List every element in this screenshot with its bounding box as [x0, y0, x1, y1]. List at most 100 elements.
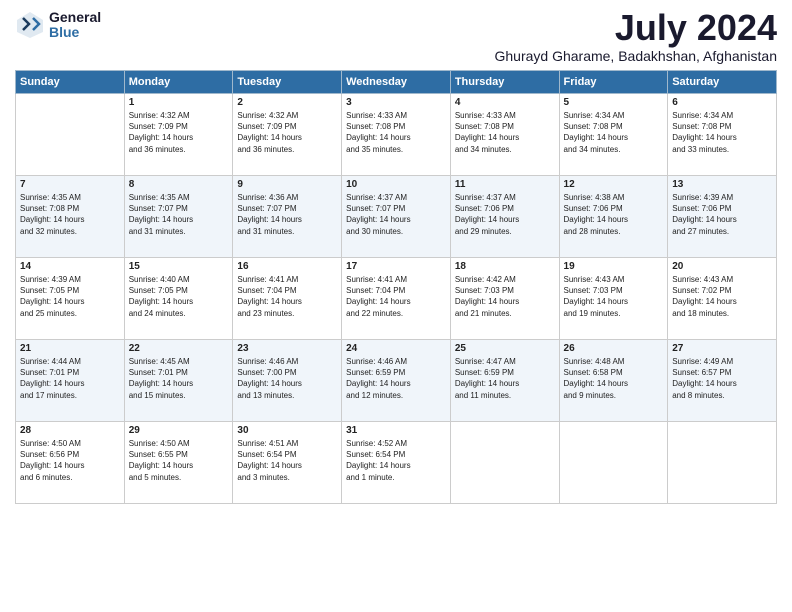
day-number: 25 [455, 343, 555, 354]
logo-general-text: General [49, 10, 101, 25]
table-row: 14 Sunrise: 4:39 AM Sunset: 7:05 PM Dayli… [16, 258, 125, 340]
day-content: Sunrise: 4:44 AM Sunset: 7:01 PM Dayligh… [20, 356, 120, 401]
col-tuesday: Tuesday [233, 71, 342, 94]
day-number: 16 [237, 261, 337, 272]
table-row [16, 94, 125, 176]
calendar-header-row: Sunday Monday Tuesday Wednesday Thursday… [16, 71, 777, 94]
col-thursday: Thursday [450, 71, 559, 94]
table-row: 30 Sunrise: 4:51 AM Sunset: 6:54 PM Dayli… [233, 422, 342, 504]
day-content: Sunrise: 4:50 AM Sunset: 6:55 PM Dayligh… [129, 438, 229, 483]
day-number: 31 [346, 425, 446, 436]
day-content: Sunrise: 4:40 AM Sunset: 7:05 PM Dayligh… [129, 274, 229, 319]
day-content: Sunrise: 4:34 AM Sunset: 7:08 PM Dayligh… [564, 110, 664, 155]
day-content: Sunrise: 4:43 AM Sunset: 7:03 PM Dayligh… [564, 274, 664, 319]
day-content: Sunrise: 4:39 AM Sunset: 7:05 PM Dayligh… [20, 274, 120, 319]
table-row: 23Sunrise: 4:46 AM Sunset: 7:00 PM Dayli… [233, 340, 342, 422]
calendar-week-row: 7 Sunrise: 4:35 AM Sunset: 7:08 PM Daylig… [16, 176, 777, 258]
day-number: 14 [20, 261, 120, 272]
day-content: Sunrise: 4:32 AM Sunset: 7:09 PM Dayligh… [237, 110, 337, 155]
table-row: 18Sunrise: 4:42 AM Sunset: 7:03 PM Dayli… [450, 258, 559, 340]
table-row: 9Sunrise: 4:36 AM Sunset: 7:07 PM Daylig… [233, 176, 342, 258]
table-row: 31 Sunrise: 4:52 AM Sunset: 6:54 PM Dayli… [342, 422, 451, 504]
calendar-week-row: 1 Sunrise: 4:32 AM Sunset: 7:09 PM Daylig… [16, 94, 777, 176]
day-number: 3 [346, 97, 446, 108]
calendar-week-row: 14 Sunrise: 4:39 AM Sunset: 7:05 PM Dayli… [16, 258, 777, 340]
day-content: Sunrise: 4:41 AM Sunset: 7:04 PM Dayligh… [346, 274, 446, 319]
day-content: Sunrise: 4:50 AM Sunset: 6:56 PM Dayligh… [20, 438, 120, 483]
col-friday: Friday [559, 71, 668, 94]
day-number: 24 [346, 343, 446, 354]
table-row: 6Sunrise: 4:34 AM Sunset: 7:08 PM Daylig… [668, 94, 777, 176]
location-subtitle: Ghurayd Gharame, Badakhshan, Afghanistan [494, 48, 777, 64]
table-row: 25Sunrise: 4:47 AM Sunset: 6:59 PM Dayli… [450, 340, 559, 422]
table-row: 15 Sunrise: 4:40 AM Sunset: 7:05 PM Dayli… [124, 258, 233, 340]
day-content: Sunrise: 4:48 AM Sunset: 6:58 PM Dayligh… [564, 356, 664, 401]
day-number: 2 [237, 97, 337, 108]
table-row [559, 422, 668, 504]
day-number: 12 [564, 179, 664, 190]
table-row: 13Sunrise: 4:39 AM Sunset: 7:06 PM Dayli… [668, 176, 777, 258]
table-row: 22Sunrise: 4:45 AM Sunset: 7:01 PM Dayli… [124, 340, 233, 422]
day-number: 20 [672, 261, 772, 272]
day-number: 1 [129, 97, 229, 108]
table-row: 16Sunrise: 4:41 AM Sunset: 7:04 PM Dayli… [233, 258, 342, 340]
logo-icon [15, 10, 45, 40]
table-row: 27 Sunrise: 4:49 AM Sunset: 6:57 PM Dayli… [668, 340, 777, 422]
day-number: 15 [129, 261, 229, 272]
day-content: Sunrise: 4:35 AM Sunset: 7:08 PM Dayligh… [20, 192, 120, 237]
table-row: 7 Sunrise: 4:35 AM Sunset: 7:08 PM Daylig… [16, 176, 125, 258]
month-year-title: July 2024 [494, 10, 777, 46]
day-content: Sunrise: 4:49 AM Sunset: 6:57 PM Dayligh… [672, 356, 772, 401]
table-row: 1Sunrise: 4:32 AM Sunset: 7:09 PM Daylig… [124, 94, 233, 176]
page: General Blue July 2024 Ghurayd Gharame, … [0, 0, 792, 612]
day-content: Sunrise: 4:37 AM Sunset: 7:07 PM Dayligh… [346, 192, 446, 237]
table-row: 8 Sunrise: 4:35 AM Sunset: 7:07 PM Daylig… [124, 176, 233, 258]
col-saturday: Saturday [668, 71, 777, 94]
day-number: 19 [564, 261, 664, 272]
col-wednesday: Wednesday [342, 71, 451, 94]
table-row: 3 Sunrise: 4:33 AM Sunset: 7:08 PM Daylig… [342, 94, 451, 176]
day-number: 5 [564, 97, 664, 108]
day-number: 30 [237, 425, 337, 436]
table-row: 12 Sunrise: 4:38 AM Sunset: 7:06 PM Dayli… [559, 176, 668, 258]
col-monday: Monday [124, 71, 233, 94]
table-row: 28Sunrise: 4:50 AM Sunset: 6:56 PM Dayli… [16, 422, 125, 504]
day-content: Sunrise: 4:51 AM Sunset: 6:54 PM Dayligh… [237, 438, 337, 483]
day-number: 8 [129, 179, 229, 190]
col-sunday: Sunday [16, 71, 125, 94]
title-block: July 2024 Ghurayd Gharame, Badakhshan, A… [494, 10, 777, 64]
day-content: Sunrise: 4:34 AM Sunset: 7:08 PM Dayligh… [672, 110, 772, 155]
table-row: 4Sunrise: 4:33 AM Sunset: 7:08 PM Daylig… [450, 94, 559, 176]
calendar-week-row: 28Sunrise: 4:50 AM Sunset: 6:56 PM Dayli… [16, 422, 777, 504]
day-number: 9 [237, 179, 337, 190]
day-content: Sunrise: 4:37 AM Sunset: 7:06 PM Dayligh… [455, 192, 555, 237]
table-row: 5 Sunrise: 4:34 AM Sunset: 7:08 PM Daylig… [559, 94, 668, 176]
table-row: 29Sunrise: 4:50 AM Sunset: 6:55 PM Dayli… [124, 422, 233, 504]
table-row: 20Sunrise: 4:43 AM Sunset: 7:02 PM Dayli… [668, 258, 777, 340]
table-row: 26Sunrise: 4:48 AM Sunset: 6:58 PM Dayli… [559, 340, 668, 422]
day-number: 27 [672, 343, 772, 354]
day-content: Sunrise: 4:38 AM Sunset: 7:06 PM Dayligh… [564, 192, 664, 237]
day-number: 22 [129, 343, 229, 354]
day-content: Sunrise: 4:52 AM Sunset: 6:54 PM Dayligh… [346, 438, 446, 483]
calendar-week-row: 21 Sunrise: 4:44 AM Sunset: 7:01 PM Dayli… [16, 340, 777, 422]
day-content: Sunrise: 4:39 AM Sunset: 7:06 PM Dayligh… [672, 192, 772, 237]
day-number: 21 [20, 343, 120, 354]
day-content: Sunrise: 4:46 AM Sunset: 6:59 PM Dayligh… [346, 356, 446, 401]
day-content: Sunrise: 4:35 AM Sunset: 7:07 PM Dayligh… [129, 192, 229, 237]
logo: General Blue [15, 10, 101, 41]
day-content: Sunrise: 4:33 AM Sunset: 7:08 PM Dayligh… [455, 110, 555, 155]
table-row: 2 Sunrise: 4:32 AM Sunset: 7:09 PM Daylig… [233, 94, 342, 176]
table-row: 21 Sunrise: 4:44 AM Sunset: 7:01 PM Dayli… [16, 340, 125, 422]
day-number: 18 [455, 261, 555, 272]
logo-blue-text: Blue [49, 25, 101, 40]
table-row [450, 422, 559, 504]
table-row: 19 Sunrise: 4:43 AM Sunset: 7:03 PM Dayli… [559, 258, 668, 340]
header: General Blue July 2024 Ghurayd Gharame, … [15, 10, 777, 64]
day-number: 7 [20, 179, 120, 190]
day-number: 10 [346, 179, 446, 190]
day-content: Sunrise: 4:33 AM Sunset: 7:08 PM Dayligh… [346, 110, 446, 155]
day-number: 11 [455, 179, 555, 190]
day-number: 17 [346, 261, 446, 272]
table-row: 24 Sunrise: 4:46 AM Sunset: 6:59 PM Dayli… [342, 340, 451, 422]
